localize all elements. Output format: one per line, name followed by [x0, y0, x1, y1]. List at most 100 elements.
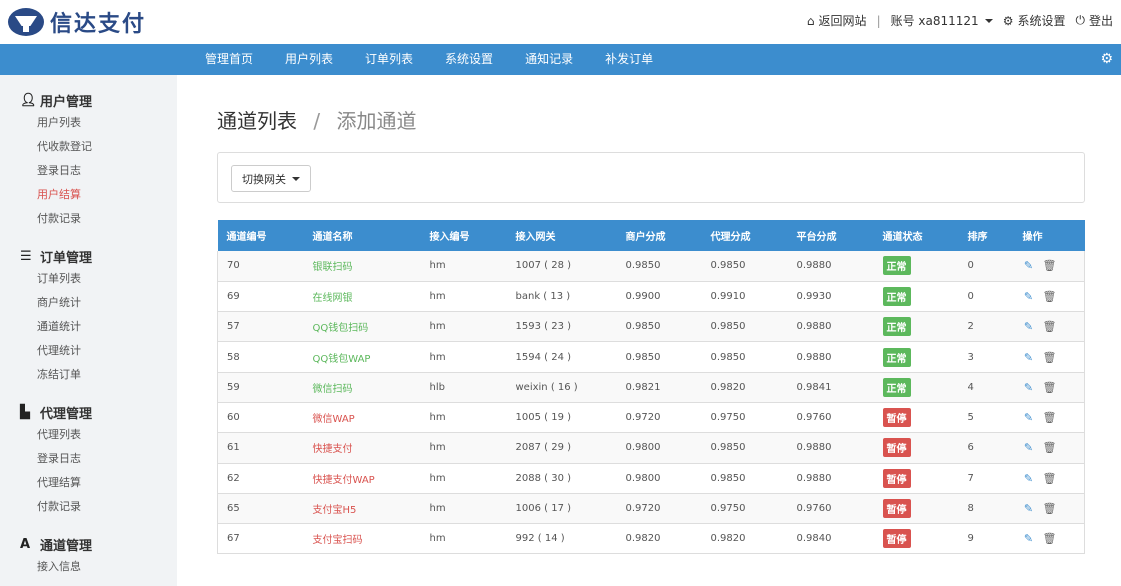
trash-icon[interactable]: 🗑︎: [1043, 381, 1057, 394]
column-header[interactable]: 通道名称: [304, 220, 421, 251]
trash-icon[interactable]: 🗑︎: [1043, 441, 1057, 454]
nav-item-orders[interactable]: 订单列表: [349, 44, 429, 75]
sidebar-item-payment-records[interactable]: 付款记录: [0, 207, 177, 231]
sidebar-item-agent-payment-records[interactable]: 付款记录: [0, 495, 177, 519]
sidebar-item-access-info[interactable]: 接入信息: [0, 555, 177, 579]
column-header[interactable]: 代理分成: [702, 220, 788, 251]
nav-item-users[interactable]: 用户列表: [269, 44, 349, 75]
table-row: 58 QQ钱包WAP hm 1594 ( 24 ) 0.9850 0.9850 0.9880…: [217, 342, 1085, 373]
cell-status: 暂停: [874, 493, 959, 523]
edit-icon[interactable]: ✎: [1023, 320, 1035, 333]
top-right-menu: ⌂ 返回网站 | 账号 xa811121 ⚙ 系统设置 ⏻ 登出: [797, 12, 1113, 29]
column-header[interactable]: 通道状态: [874, 220, 959, 251]
nav-item-home[interactable]: 管理首页: [189, 44, 269, 75]
cell-agent: 0.9850: [710, 442, 746, 454]
column-header[interactable]: 接入编号: [421, 220, 507, 251]
sidebar-item-channel-stats[interactable]: 通道统计: [0, 315, 177, 339]
table-row: 69 在线网银 hm bank ( 13 ) 0.9900 0.9910 0.9930 正常 0…: [217, 281, 1085, 312]
account-dropdown[interactable]: 账号 xa811121: [891, 12, 993, 29]
trash-icon[interactable]: 🗑︎: [1043, 502, 1057, 515]
cell-name[interactable]: 微信WAP: [304, 402, 421, 432]
edit-icon[interactable]: ✎: [1023, 532, 1035, 545]
sidebar-item-agent-stats[interactable]: 代理统计: [0, 339, 177, 363]
edit-icon[interactable]: ✎: [1023, 441, 1035, 454]
edit-icon[interactable]: ✎: [1023, 351, 1035, 364]
sidebar-group-label: 用户管理: [40, 94, 93, 110]
cell-name[interactable]: 快捷支付: [304, 433, 421, 463]
trash-icon[interactable]: 🗑︎: [1043, 259, 1057, 272]
sidebar-item-agent-login-log[interactable]: 登录日志: [0, 447, 177, 471]
cell-name[interactable]: 快捷支付WAP: [304, 463, 421, 493]
table-row: 70 银联扫码 hm 1007 ( 28 ) 0.9850 0.9850 0.9880 正常 0…: [217, 251, 1085, 282]
sidebar-item-login-log[interactable]: 登录日志: [0, 159, 177, 183]
cell-actions: ✎ 🗑︎: [1014, 402, 1085, 432]
trash-icon[interactable]: 🗑︎: [1043, 351, 1057, 364]
sidebar-item-merchant-stats[interactable]: 商户统计: [0, 291, 177, 315]
cell-name[interactable]: 在线网银: [304, 281, 421, 311]
cell-merchant: 0.9800: [625, 472, 661, 484]
cell-agent: 0.9850: [710, 260, 746, 272]
home-icon: ⌂: [806, 13, 815, 28]
cell-merchant: 0.9821: [625, 381, 661, 393]
trash-icon[interactable]: 🗑︎: [1043, 290, 1057, 303]
main-navbar: 管理首页 用户列表 订单列表 系统设置 通知记录 补发订单 ⚙: [0, 44, 1121, 75]
edit-icon[interactable]: ✎: [1023, 411, 1035, 424]
nav-items: 管理首页 用户列表 订单列表 系统设置 通知记录 补发订单: [189, 44, 669, 75]
cell-name[interactable]: 支付宝扫码: [304, 524, 421, 554]
sidebar-item-collection-register[interactable]: 代收款登记: [0, 135, 177, 159]
sidebar-item-user-settlement[interactable]: 用户结算: [0, 183, 177, 207]
cell-id: 67: [227, 533, 240, 545]
cell-actions: ✎ 🗑︎: [1014, 524, 1085, 554]
caret-down-icon: [984, 18, 993, 23]
nav-item-notifications[interactable]: 通知记录: [509, 44, 589, 75]
column-header[interactable]: 接入网关: [507, 220, 617, 251]
sidebar-group-channel: A 通道管理: [0, 533, 177, 555]
nav-item-settings[interactable]: 系统设置: [429, 44, 509, 75]
cell-code: hm: [429, 533, 446, 545]
logo[interactable]: 信达支付: [8, 6, 146, 38]
cell-platform: 0.9760: [796, 503, 832, 515]
edit-icon[interactable]: ✎: [1023, 290, 1035, 303]
cell-actions: ✎ 🗑︎: [1014, 251, 1085, 281]
edit-icon[interactable]: ✎: [1023, 381, 1035, 394]
sidebar-item-agent-list[interactable]: 代理列表: [0, 423, 177, 447]
cell-platform: 0.9760: [796, 412, 832, 424]
system-settings-label: 系统设置: [1017, 14, 1066, 28]
sidebar-item-order-list[interactable]: 订单列表: [0, 267, 177, 291]
nav-item-reissue-orders[interactable]: 补发订单: [589, 44, 669, 75]
column-header[interactable]: 通道编号: [218, 220, 304, 251]
sidebar-group-label: 订单管理: [40, 250, 93, 266]
cell-name[interactable]: 支付宝H5: [304, 493, 421, 523]
trash-icon[interactable]: 🗑︎: [1043, 532, 1057, 545]
edit-icon[interactable]: ✎: [1023, 502, 1035, 515]
sidebar-item-user-list[interactable]: 用户列表: [0, 111, 177, 135]
user-icon: 👤︎: [20, 92, 37, 108]
cell-name[interactable]: 微信扫码: [304, 372, 421, 402]
cell-actions: ✎ 🗑︎: [1014, 372, 1085, 402]
gear-icon[interactable]: ⚙: [1100, 51, 1113, 67]
trash-icon[interactable]: 🗑︎: [1043, 320, 1057, 333]
breadcrumb-main[interactable]: 通道列表: [217, 109, 297, 133]
cell-name[interactable]: QQ钱包扫码: [304, 312, 421, 342]
switch-gateway-button[interactable]: 切换网关: [231, 165, 311, 192]
cell-id: 65: [227, 503, 240, 515]
breadcrumb: 通道列表 / 添加通道: [217, 105, 416, 134]
sidebar: 👤︎ 用户管理 用户列表 代收款登记 登录日志 用户结算 付款记录 ☰ 订单管理…: [0, 75, 177, 586]
column-header[interactable]: 排序: [959, 220, 1014, 251]
trash-icon[interactable]: 🗑︎: [1043, 472, 1057, 485]
sidebar-item-frozen-orders[interactable]: 冻结订单: [0, 363, 177, 387]
logout-link[interactable]: ⏻ 登出: [1075, 12, 1113, 29]
trash-icon[interactable]: 🗑︎: [1043, 411, 1057, 424]
back-to-site-link[interactable]: ⌂ 返回网站: [807, 12, 867, 29]
cell-name[interactable]: QQ钱包WAP: [304, 342, 421, 372]
cell-actions: ✎ 🗑︎: [1014, 342, 1085, 372]
edit-icon[interactable]: ✎: [1023, 472, 1035, 485]
column-header[interactable]: 商户分成: [617, 220, 702, 251]
sidebar-item-agent-settlement[interactable]: 代理结算: [0, 471, 177, 495]
edit-icon[interactable]: ✎: [1023, 259, 1035, 272]
breadcrumb-separator: /: [313, 109, 321, 133]
cell-name[interactable]: 银联扫码: [304, 251, 421, 281]
column-header[interactable]: 平台分成: [788, 220, 874, 251]
cell-code: hm: [429, 503, 446, 515]
system-settings-link[interactable]: ⚙ 系统设置: [1003, 12, 1066, 29]
